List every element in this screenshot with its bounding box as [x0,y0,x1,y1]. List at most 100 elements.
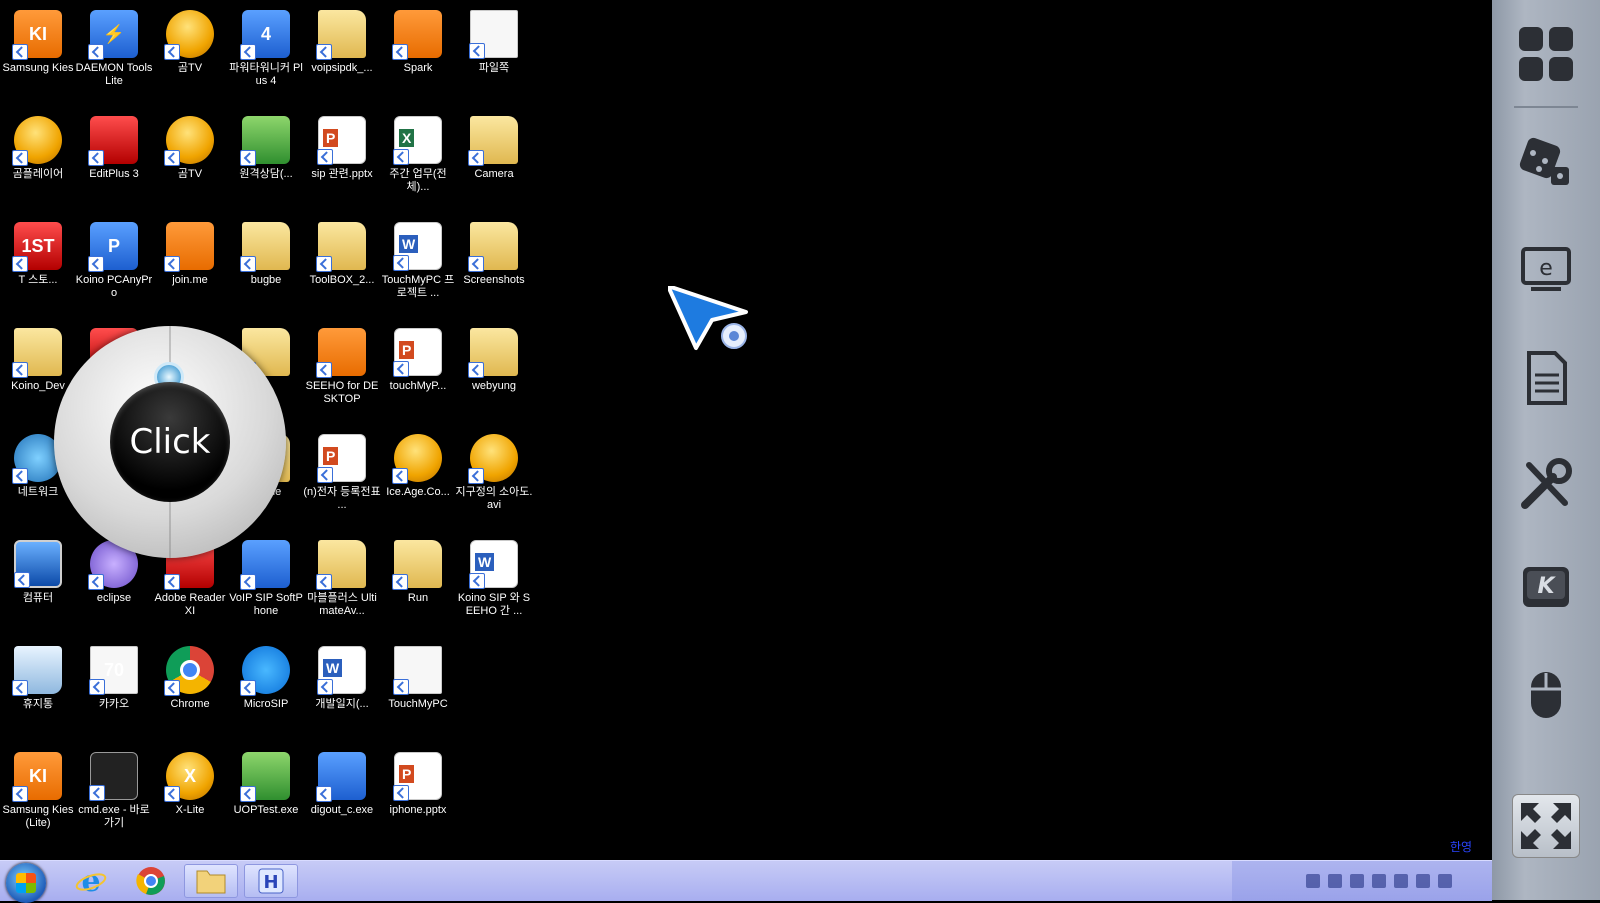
desktop-icon[interactable]: P Koino PCAnyPro [75,222,153,322]
desktop-icon[interactable]: ⚡ DAEMON Tools Lite [75,10,153,110]
dice-button[interactable] [1514,130,1578,194]
shortcut-icon [392,10,442,60]
shortcut-icon [393,752,442,801]
collapse-panel-button[interactable] [1512,794,1580,858]
desktop-icon[interactable]: 파일쪽 [458,10,530,110]
shortcut-arrow-icon [164,256,180,272]
desktop-icon[interactable]: 휴지통 [2,646,74,746]
taskbar-explorer[interactable] [184,864,238,898]
desktop-icon[interactable]: (n)전자 등록전표 ... [303,434,381,534]
shortcut-arrow-icon [316,786,332,802]
keyboard-button[interactable]: K [1514,556,1578,620]
desktop-icon[interactable]: Chrome [154,646,226,746]
mouse-button[interactable] [1514,662,1578,726]
desktop-icon[interactable]: bugbe [230,222,302,322]
svg-text:e: e [81,865,100,897]
shortcut-arrow-icon [393,149,409,165]
desktop-icon[interactable]: join.me [154,222,226,322]
panel-separator [1514,106,1578,108]
shortcut-arrow-icon [164,786,180,802]
desktop-icon[interactable]: iphone.pptx [382,752,454,852]
ime-indicator-label: 한영 [1450,840,1473,854]
taskbar-chrome[interactable] [124,864,178,898]
start-button[interactable] [6,863,46,903]
tray-ime-icon[interactable] [1328,874,1342,888]
desktop-icon[interactable]: KI Samsung Kies [2,10,74,110]
shortcut-arrow-icon [164,574,180,590]
desktop-icon[interactable]: TouchMyPC 프로젝트 ... [382,222,454,322]
desktop-icon[interactable]: 곰플레이어 [2,116,74,216]
shortcut-arrow-icon [88,150,104,166]
desktop-icon[interactable]: Koino SIP 와 SEEHO 간 ... [458,540,530,640]
desktop-icon[interactable]: digout_c.exe [306,752,378,852]
desktop-icon[interactable]: X X-Lite [154,752,226,852]
desktop-icon[interactable]: 4 파워타워니커 Plus 4 [229,10,303,110]
desktop-icon[interactable]: KI Samsung Kies (Lite) [2,752,74,852]
shortcut-icon [468,328,518,378]
desktop-icon-label: Chrome [170,698,210,710]
desktop-icon[interactable]: VoIP SIP SoftPhone [229,540,303,640]
system-tray [1232,861,1492,901]
desktop-icon-label: cmd.exe - 바로 가기 [78,804,150,829]
tray-power-icon[interactable] [1438,874,1452,888]
click-button[interactable]: Click [110,382,230,502]
desktop-icon-label: DAEMON Tools Lite [75,62,153,87]
desktop-icon[interactable]: SEEHO for DESKTOP [306,328,378,428]
desktop-icon[interactable]: 곰TV [154,116,226,216]
shortcut-arrow-icon [240,44,256,60]
desktop-icon[interactable]: sip 관련.pptx [306,116,378,216]
desktop-icon[interactable]: 원격상담(... [230,116,302,216]
shortcut-icon [12,116,62,166]
desktop-icon[interactable]: cmd.exe - 바로 가기 [78,752,150,852]
tray-bluetooth-icon[interactable] [1372,874,1386,888]
desktop-icon[interactable]: 개발일지(... [306,646,378,746]
shortcut-arrow-icon [316,362,332,378]
taskbar-ie[interactable]: e [64,864,118,898]
desktop-icon[interactable]: Run [382,540,454,640]
shortcut-icon [392,540,442,590]
desktop-icon[interactable]: TouchMyPC [382,646,454,746]
tray-network-icon[interactable] [1306,874,1320,888]
browser-button[interactable]: e [1514,238,1578,302]
desktop-icon[interactable]: Spark [382,10,454,110]
tray-volume-icon[interactable] [1394,874,1408,888]
desktop-icon-label: VoIP SIP SoftPhone [229,592,303,617]
desktop-icon[interactable]: Ice.Age.Co... [382,434,454,534]
tray-flag-icon[interactable] [1416,874,1430,888]
click-wheel-widget[interactable]: Click [54,326,286,558]
desktop-icon[interactable]: eclipse [78,540,150,640]
desktop-icon[interactable]: 주간 업무(전체)... [382,116,454,216]
desktop-icon[interactable]: webyung [458,328,530,428]
remote-control-side-panel: e K [1492,0,1600,900]
desktop-icon[interactable]: 컴퓨터 [2,540,74,640]
desktop-icon-label: digout_c.exe [310,804,374,816]
desktop-icon-label: TouchMyPC 프로젝트 ... [381,274,455,299]
tools-button[interactable] [1514,452,1578,516]
desktop-icon[interactable]: EditPlus 3 [78,116,150,216]
desktop-icon[interactable]: MicroSIP [230,646,302,746]
shortcut-icon [317,434,366,483]
document-button[interactable] [1514,346,1578,410]
desktop-icon[interactable]: 지구정의 소아도.avi [456,434,532,534]
desktop-icon-label: Koino PCAnyPro [75,274,153,299]
desktop-icon[interactable]: 마블플러스 UltimateAv... [306,540,378,640]
shortcut-icon [317,646,366,695]
desktop-icon[interactable]: 1ST T 스토... [2,222,74,322]
shortcut-icon [468,222,518,272]
shortcut-icon [240,222,290,272]
taskbar-hangul[interactable]: H [244,864,298,898]
desktop-icon[interactable]: touchMyP... [382,328,454,428]
apps-grid-button[interactable] [1514,22,1578,86]
desktop-icon[interactable]: Screenshots [458,222,530,322]
shortcut-icon [164,646,214,696]
desktop-icon-label: bugbe [250,274,282,286]
desktop-icon[interactable]: 70 카카오 [78,646,150,746]
shortcut-icon: 4 [240,10,290,60]
tray-app-icon[interactable] [1350,874,1364,888]
desktop-icon[interactable]: 곰TV [154,10,226,110]
desktop-icon-label: (n)전자 등록전표 ... [303,486,381,511]
desktop-icon[interactable]: ToolBOX_2... [306,222,378,322]
desktop-icon[interactable]: Camera [458,116,530,216]
desktop-icon[interactable]: voipsipdk_... [306,10,378,110]
desktop-icon[interactable]: UOPTest.exe [230,752,302,852]
